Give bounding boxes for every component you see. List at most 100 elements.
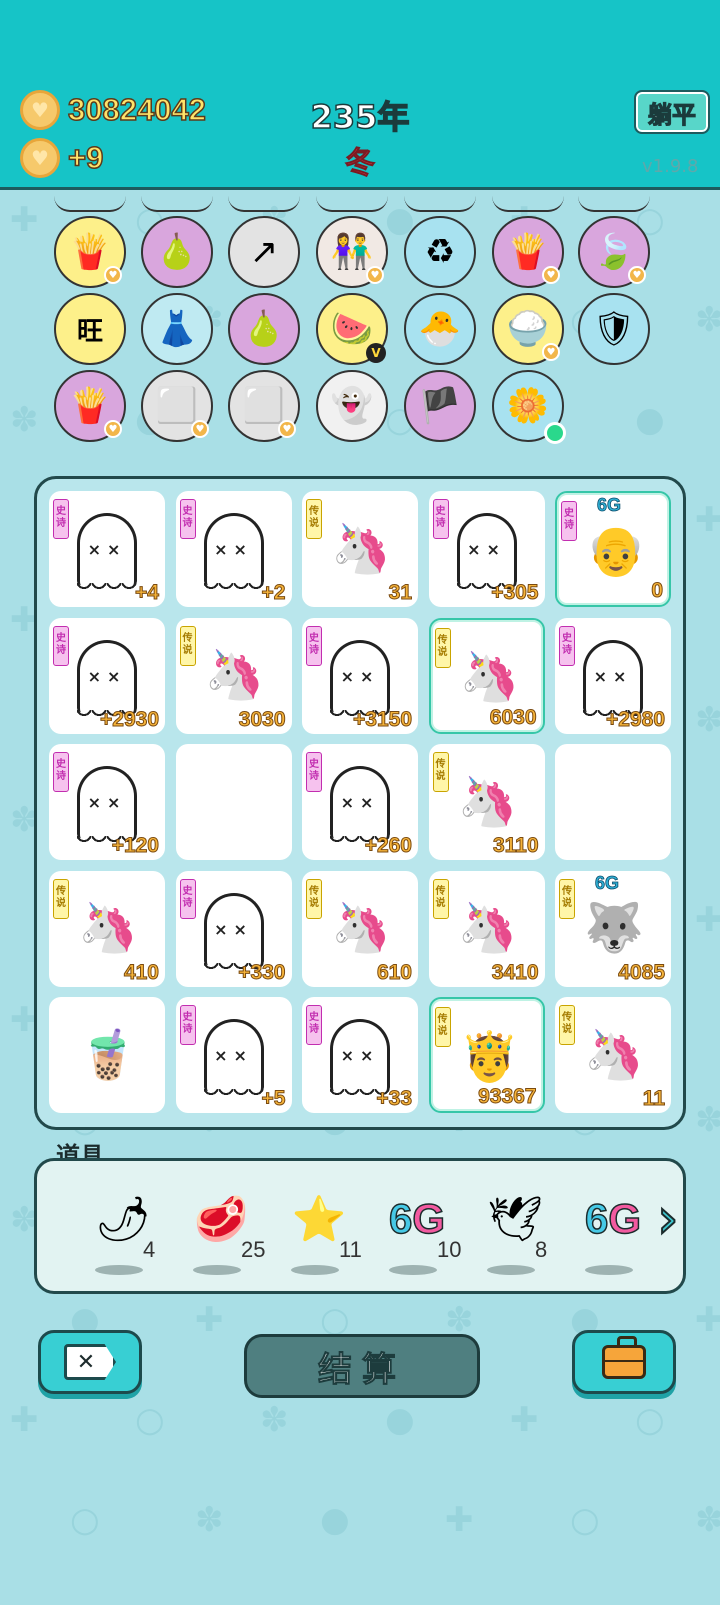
rarity-tag: 史诗 — [306, 1005, 322, 1045]
owned-item[interactable]: 🍐 — [228, 293, 300, 365]
board-cell[interactable]: ×× 史诗 +2930 — [49, 617, 165, 734]
board-cell[interactable]: 🦄 传说 610 — [302, 870, 418, 987]
item-circle-partial — [492, 196, 564, 212]
ghost-tongue-icon: 👻 — [330, 386, 374, 426]
ghost-icon: ×× — [77, 639, 137, 718]
owned-item[interactable]: 旺 — [54, 293, 126, 365]
owned-item[interactable]: 🍟 ♥ — [54, 370, 126, 442]
ghost-icon: ×× — [203, 513, 264, 591]
owned-item[interactable]: 🍟 ♥ — [492, 216, 564, 288]
prop-item[interactable]: ⭐ 11 — [277, 1187, 373, 1283]
owned-item[interactable]: 🍚 ♥ — [492, 293, 564, 365]
board-cell[interactable] — [175, 744, 292, 860]
fries-icon: 🍟 — [68, 232, 112, 272]
owned-item[interactable]: 👫 ♥ — [316, 216, 388, 288]
heart-badge-icon: ♥ — [278, 420, 296, 438]
owned-item[interactable]: ↗ — [228, 216, 300, 288]
cell-value: +330 — [238, 960, 286, 984]
skirt-icon: 👗 — [155, 309, 199, 349]
backpack-button[interactable] — [572, 1330, 676, 1394]
board-cell[interactable] — [555, 744, 671, 860]
props-panel: › 🌶 4 🥩 25 ⭐ 11 6G 10 🕊 8 6G — [34, 1158, 686, 1294]
rarity-tag: 史诗 — [179, 878, 196, 919]
owned-item[interactable]: 🍟 ♥ — [54, 216, 126, 288]
board-cell[interactable]: ×× 史诗 +2 — [175, 491, 292, 607]
grinning-king-icon: 🤴 — [459, 1028, 520, 1085]
owned-item[interactable]: ⬜ ♥ — [141, 370, 213, 442]
prop-item[interactable]: 6G — [571, 1187, 667, 1283]
board-cell[interactable]: 🤴 传说 93367 — [428, 997, 545, 1113]
owned-item[interactable]: 👻 — [316, 370, 388, 442]
settle-button[interactable]: 结算 — [244, 1334, 480, 1398]
background-pattern-mark: ✽ — [10, 400, 39, 440]
board-cell[interactable]: ×× 史诗 +260 — [302, 744, 418, 860]
owned-item[interactable]: ♻ — [404, 216, 476, 288]
board-cell[interactable]: 🧋 — [49, 997, 165, 1113]
sugar-cubes-icon: ⬜ — [155, 386, 199, 426]
rarity-tag: 传说 — [432, 752, 449, 792]
board-cell[interactable]: 🦄 传说 6030 — [428, 617, 545, 734]
rarity-tag: 史诗 — [53, 752, 69, 792]
exit-button[interactable]: ✕ — [38, 1330, 142, 1394]
cell-value: +2980 — [606, 707, 666, 731]
lie-flat-button[interactable]: 躺平 — [634, 90, 710, 134]
board-cell[interactable]: ×× 史诗 +120 — [49, 744, 165, 860]
board-cell[interactable]: ×× 史诗 +2980 — [555, 617, 671, 734]
owned-item[interactable]: 🍉 V — [316, 293, 388, 365]
owned-item[interactable]: 🛡 — [578, 293, 650, 365]
board-cell[interactable]: ×× 史诗 +4 — [49, 491, 165, 607]
ghost-icon: ×× — [77, 513, 137, 591]
fruit-bowl-icon: 🍉 — [330, 309, 374, 349]
cell-value: 410 — [123, 960, 159, 984]
board-cell[interactable]: ×× 史诗 +330 — [175, 870, 292, 987]
cell-value: 31 — [388, 581, 412, 605]
owned-item[interactable]: 🏴 — [404, 370, 476, 442]
board-cell[interactable]: 🦄 传说 31 — [302, 491, 418, 607]
ghost-eyes: ×× — [214, 540, 253, 559]
rarity-tag: 传说 — [179, 625, 196, 666]
prop-item[interactable]: 🌶 4 — [81, 1187, 177, 1283]
background-pattern-mark: ✽ — [695, 300, 720, 340]
board-cell[interactable]: 🐺 传说 6G 4085 — [555, 870, 671, 987]
owned-item[interactable]: ⬜ ♥ — [228, 370, 300, 442]
rarity-tag: 传说 — [434, 1007, 451, 1047]
flower-pot-icon: 🌼 — [506, 386, 550, 426]
couple-icon: 👫 — [330, 232, 374, 272]
owned-item[interactable]: 🐣 — [404, 293, 476, 365]
rarity-tag: 传说 — [434, 627, 451, 668]
wangwang-icon: 旺 — [76, 316, 103, 347]
owned-item[interactable]: 👗 — [141, 293, 213, 365]
unicorn-icon: 🦄 — [331, 520, 391, 577]
unicorn-icon: 🦄 — [584, 1026, 644, 1083]
owned-item[interactable]: 🍃 ♥ — [578, 216, 650, 288]
board-cell[interactable]: 🦄 传说 3030 — [175, 617, 292, 734]
cell-value: +3150 — [353, 707, 413, 731]
ghost-icon: ×× — [456, 513, 517, 591]
prop-item[interactable]: 🥩 25 — [179, 1187, 275, 1283]
ghost-eyes: ×× — [340, 666, 380, 686]
board-cell[interactable]: 👴 史诗 6G 0 — [555, 491, 671, 607]
board-cell[interactable]: 🦄 传说 410 — [49, 870, 165, 987]
leaf-icon: 🍃 — [592, 232, 636, 272]
board-cell[interactable]: 🦄 传说 11 — [555, 997, 671, 1113]
board-cell[interactable]: ×× 史诗 +3150 — [302, 617, 418, 734]
prop-item[interactable]: 6G 10 — [375, 1187, 471, 1283]
cell-value: 4085 — [618, 960, 666, 984]
board-cell[interactable]: 🦄 传说 3110 — [428, 744, 545, 860]
board-cell[interactable]: ×× 史诗 +33 — [302, 997, 418, 1113]
background-pattern-mark: ✚ — [695, 1300, 720, 1340]
board-cell[interactable]: ×× 史诗 +5 — [175, 997, 292, 1113]
rarity-tag: 传说 — [306, 878, 322, 919]
owned-item[interactable]: 🍐 — [141, 216, 213, 288]
board-cell[interactable]: 🦄 传说 3410 — [428, 870, 545, 987]
owned-item[interactable]: 🌼 — [492, 370, 566, 444]
board-cell[interactable]: ×× 史诗 +305 — [428, 491, 545, 607]
eyepatch-icon: 🏴 — [418, 386, 462, 426]
prop-item[interactable]: 🕊 8 — [473, 1187, 569, 1283]
unicorn-icon: 🦄 — [457, 900, 518, 956]
cell-value: +305 — [491, 581, 539, 605]
prop-shadow — [389, 1265, 437, 1275]
ghost-eyes: ×× — [87, 540, 127, 559]
prop-shadow — [193, 1265, 241, 1275]
rarity-tag: 史诗 — [432, 499, 449, 539]
